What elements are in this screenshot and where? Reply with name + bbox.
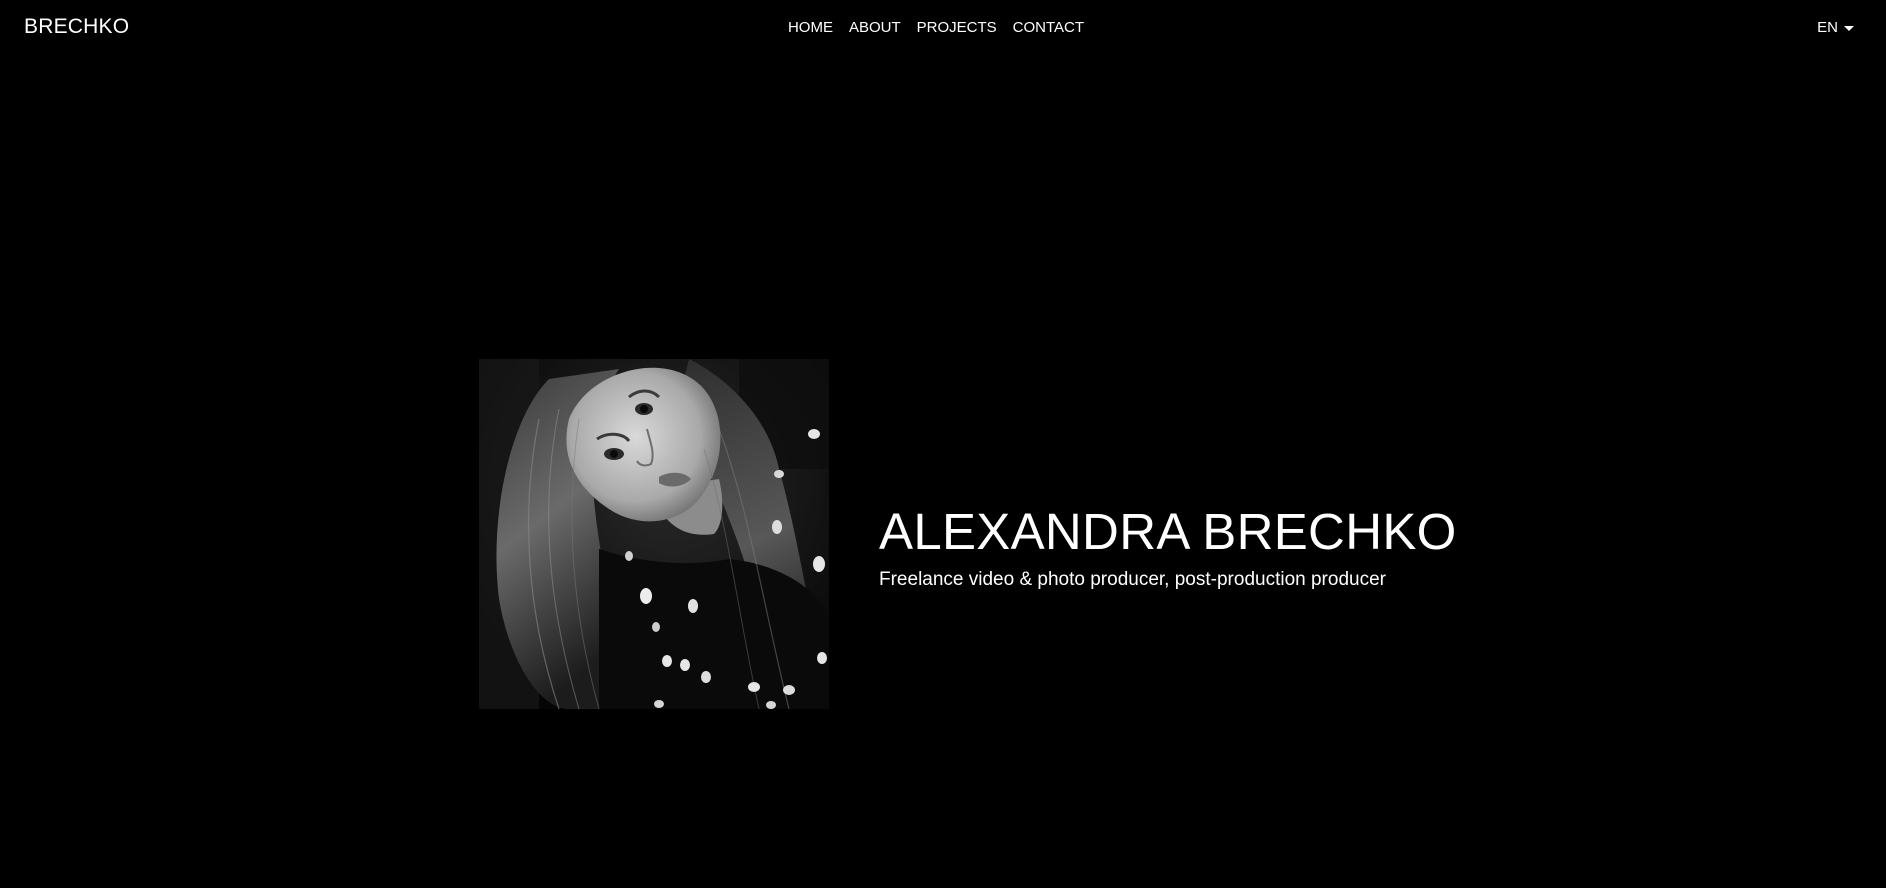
brand-logo[interactable]: BRECHKO (24, 15, 129, 39)
site-header: BRECHKO HOME ABOUT PROJECTS CONTACT EN (0, 0, 1886, 54)
nav-link-home[interactable]: HOME (780, 19, 841, 36)
nav-link-projects[interactable]: PROJECTS (909, 19, 1005, 36)
caret-down-icon (1844, 25, 1854, 31)
hero-section: ALEXANDRA BRECHKO Freelance video & phot… (479, 359, 1457, 709)
nav-links: HOME ABOUT PROJECTS CONTACT (780, 19, 1092, 36)
hero-subtitle: Freelance video & photo producer, post-p… (879, 569, 1386, 591)
main-nav: HOME ABOUT PROJECTS CONTACT (0, 19, 1886, 36)
language-selector[interactable]: EN (1817, 19, 1854, 36)
portrait-illustration (479, 359, 829, 709)
language-label: EN (1817, 19, 1838, 36)
nav-link-about[interactable]: ABOUT (841, 19, 909, 36)
nav-link-contact[interactable]: CONTACT (1005, 19, 1092, 36)
hero-text: ALEXANDRA BRECHKO Freelance video & phot… (879, 506, 1457, 592)
portrait-image (479, 359, 829, 709)
hero-title: ALEXANDRA BRECHKO (879, 503, 1457, 561)
